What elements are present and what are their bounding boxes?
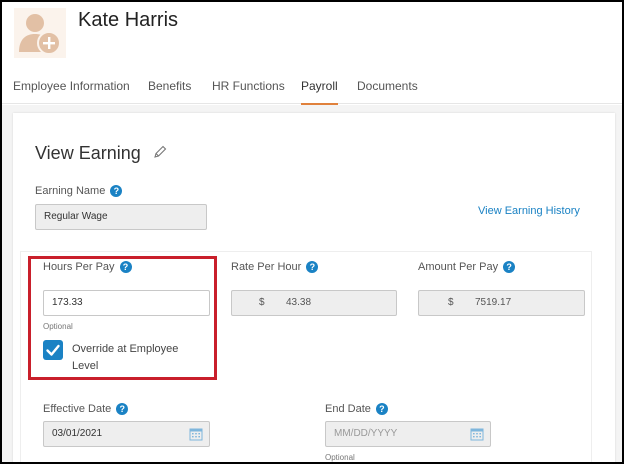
help-icon[interactable]: ? xyxy=(306,261,319,273)
checkmark-icon xyxy=(46,344,60,356)
tab-employee-information[interactable]: Employee Information xyxy=(13,79,130,105)
tab-documents[interactable]: Documents xyxy=(357,79,418,105)
effective-date-label-text: Effective Date xyxy=(43,403,112,415)
help-icon[interactable]: ? xyxy=(119,261,132,273)
help-icon[interactable]: ? xyxy=(375,403,388,415)
override-checkbox[interactable] xyxy=(43,340,63,360)
calendar-icon[interactable] xyxy=(189,427,203,441)
effective-date-label: Effective Date? xyxy=(43,403,129,415)
tab-benefits[interactable]: Benefits xyxy=(148,79,191,105)
calendar-icon[interactable] xyxy=(470,427,484,441)
employee-tabs: Employee Information Benefits HR Functio… xyxy=(2,74,622,105)
rate-value: 43.38 xyxy=(286,297,312,308)
earning-name-field: Regular Wage xyxy=(35,204,207,230)
effective-date-field: 03/01/2021 xyxy=(43,421,210,447)
amount-value: 7519.17 xyxy=(475,297,512,308)
tab-payroll[interactable]: Payroll xyxy=(301,79,338,105)
page-title: View Earning xyxy=(35,143,141,163)
amount-currency-symbol: $ xyxy=(448,297,454,308)
rate-currency-symbol: $ xyxy=(259,297,265,308)
hours-per-pay-label: Hours Per Pay? xyxy=(43,261,132,273)
amount-per-pay-field: $ 7519.17 xyxy=(418,290,585,316)
earning-name-label-text: Earning Name xyxy=(35,185,106,197)
help-icon[interactable]: ? xyxy=(503,261,516,273)
hours-per-pay-hint: Optional xyxy=(43,322,73,331)
amount-per-pay-label-text: Amount Per Pay xyxy=(418,261,499,273)
rate-per-hour-label-text: Rate Per Hour xyxy=(231,261,302,273)
employee-name: Kate Harris xyxy=(78,9,179,31)
end-date-label: End Date? xyxy=(325,403,388,415)
earning-name-label: Earning Name? xyxy=(35,185,123,197)
hours-per-pay-input[interactable]: 173.33 xyxy=(43,290,210,316)
override-label: Override at Employee Level xyxy=(72,343,179,372)
effective-date-value: 03/01/2021 xyxy=(52,428,103,439)
rate-per-hour-field: $ 43.38 xyxy=(231,290,397,316)
employee-earning-page: Kate Harris Employee Information Benefit… xyxy=(0,0,624,464)
end-date-placeholder: MM/DD/YYYY xyxy=(334,428,398,439)
rate-per-hour-label: Rate Per Hour? xyxy=(231,261,319,273)
end-date-field[interactable]: MM/DD/YYYY xyxy=(325,421,491,447)
amount-per-pay-label: Amount Per Pay? xyxy=(418,261,516,273)
employee-avatar[interactable] xyxy=(14,8,66,58)
add-user-avatar-icon xyxy=(19,14,61,55)
view-earning-history-link[interactable]: View Earning History xyxy=(478,205,580,217)
hours-per-pay-label-text: Hours Per Pay xyxy=(43,261,115,273)
pencil-icon[interactable] xyxy=(152,144,168,160)
help-icon[interactable]: ? xyxy=(116,403,129,415)
help-icon[interactable]: ? xyxy=(110,185,123,197)
end-date-hint: Optional xyxy=(325,453,355,462)
tab-hr-functions[interactable]: HR Functions xyxy=(212,79,285,105)
end-date-label-text: End Date xyxy=(325,403,371,415)
